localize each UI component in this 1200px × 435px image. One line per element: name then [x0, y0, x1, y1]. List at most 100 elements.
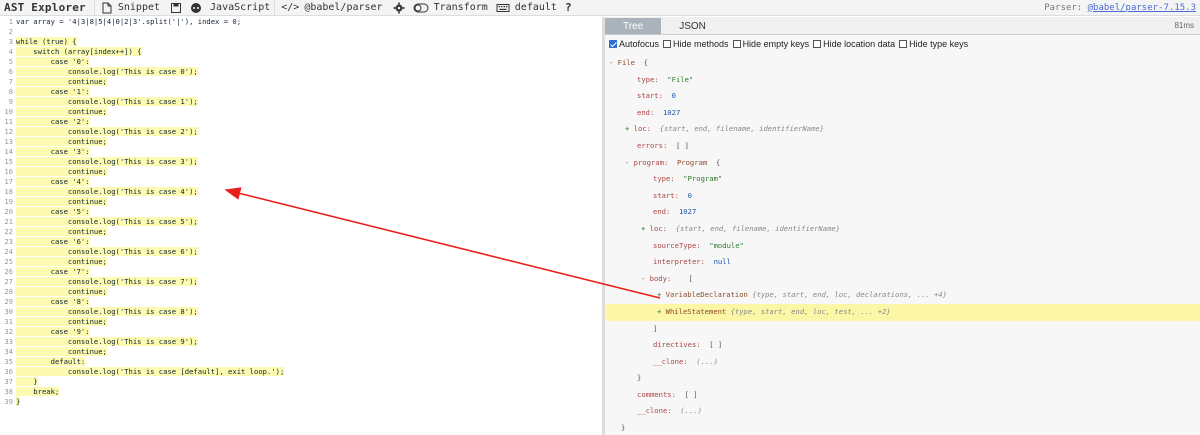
keymap-select[interactable]: default: [492, 0, 561, 16]
checkbox[interactable]: [813, 40, 822, 48]
line-code: continue;: [16, 197, 107, 207]
code-line[interactable]: 33 console.log('This is case 9');: [0, 337, 602, 347]
line-text: continue;: [16, 167, 107, 176]
collapse-toggle[interactable]: -: [609, 58, 613, 67]
tree-node-program[interactable]: - program: Program {: [605, 155, 1200, 172]
parser-settings-button[interactable]: [389, 0, 409, 16]
tree-prop-directives[interactable]: directives: [ ]: [605, 337, 1200, 354]
code-line[interactable]: 23 case '6':: [0, 237, 602, 247]
code-line[interactable]: 10 continue;: [0, 107, 602, 117]
code-line[interactable]: 35 default:: [0, 357, 602, 367]
option-hide-methods[interactable]: Hide methods: [663, 39, 729, 49]
line-text: console.log('This is case 5');: [16, 217, 198, 226]
tree-node-file[interactable]: - File {: [605, 55, 1200, 72]
expand-toggle[interactable]: +: [657, 290, 661, 299]
code-line[interactable]: 5 case '0':: [0, 57, 602, 67]
code-line[interactable]: 30 console.log('This is case 8');: [0, 307, 602, 317]
checkbox[interactable]: [899, 40, 908, 48]
tree-prop-start[interactable]: start: 0: [605, 188, 1200, 205]
code-line[interactable]: 25 continue;: [0, 257, 602, 267]
code-line[interactable]: 38 break;: [0, 387, 602, 397]
code-line[interactable]: 22 continue;: [0, 227, 602, 237]
code-line[interactable]: 12 console.log('This is case 2');: [0, 127, 602, 137]
collapse-toggle[interactable]: -: [641, 274, 645, 283]
tree-prop-start[interactable]: start: 0: [605, 88, 1200, 105]
prop-value: "Program": [683, 174, 723, 184]
collapse-toggle[interactable]: -: [625, 158, 629, 167]
code-line[interactable]: 13 continue;: [0, 137, 602, 147]
code-line[interactable]: 21 console.log('This is case 5');: [0, 217, 602, 227]
code-line[interactable]: 8 case '1':: [0, 87, 602, 97]
code-line[interactable]: 19 continue;: [0, 197, 602, 207]
tree-prop-loc[interactable]: + loc: {start, end, filename, identifier…: [605, 221, 1200, 238]
parser-version-link[interactable]: @babel/parser-7.15.3: [1088, 3, 1196, 13]
code-line[interactable]: 31 continue;: [0, 317, 602, 327]
close-brace-text: }: [637, 373, 642, 383]
tree-prop-comments[interactable]: comments: [ ]: [605, 387, 1200, 404]
code-line[interactable]: 36 console.log('This is case [default], …: [0, 367, 602, 377]
tree-prop-sourcetype[interactable]: sourceType: "module": [605, 238, 1200, 255]
tree-prop-clone[interactable]: __clone: (...): [605, 354, 1200, 371]
save-button[interactable]: [166, 0, 186, 16]
snippet-menu[interactable]: Snippet: [93, 0, 166, 16]
tree-prop-clone[interactable]: __clone: (...): [605, 403, 1200, 420]
line-code: case '9':: [16, 327, 90, 337]
line-number: 1: [8, 17, 13, 26]
code-line[interactable]: 17 case '4':: [0, 177, 602, 187]
tree-prop-end[interactable]: end: 1027: [605, 204, 1200, 221]
option-hide-type-keys[interactable]: Hide type keys: [899, 39, 968, 49]
checkbox[interactable]: [732, 40, 741, 48]
tree-prop-type[interactable]: type: "File": [605, 72, 1200, 89]
tree-prop-end[interactable]: end: 1027: [605, 105, 1200, 122]
expand-toggle[interactable]: +: [625, 124, 629, 133]
code-line[interactable]: 7 continue;: [0, 77, 602, 87]
code-line[interactable]: 20 case '5':: [0, 207, 602, 217]
tree-node-variabledeclaration[interactable]: + VariableDeclaration {type, start, end,…: [605, 287, 1200, 304]
expand-toggle[interactable]: +: [641, 224, 645, 233]
code-line[interactable]: 1 var array = '4|3|8|5|4|0|2|3'.split('|'…: [0, 17, 602, 27]
code-line[interactable]: 3 while (true) {: [0, 37, 602, 47]
parser-select[interactable]: </> @babel/parser: [274, 0, 388, 16]
tree-prop-type[interactable]: type: "Program": [605, 171, 1200, 188]
code-line[interactable]: 2: [0, 27, 602, 37]
expand-toggle[interactable]: +: [657, 307, 661, 316]
code-line[interactable]: 16 continue;: [0, 167, 602, 177]
checkbox[interactable]: [609, 40, 617, 48]
code-line[interactable]: 37 }: [0, 377, 602, 387]
code-line[interactable]: 28 continue;: [0, 287, 602, 297]
code-line[interactable]: 34 continue;: [0, 347, 602, 357]
code-line[interactable]: 39}: [0, 397, 602, 407]
code-editor[interactable]: 1 var array = '4|3|8|5|4|0|2|3'.split('|'…: [0, 17, 602, 435]
output-tabs: Tree JSON 81ms: [605, 17, 1200, 35]
code-line[interactable]: 14 case '3':: [0, 147, 602, 157]
language-select[interactable]: JavaScript: [206, 0, 274, 16]
option-autofocus[interactable]: Autofocus: [609, 39, 659, 49]
code-line[interactable]: 18 console.log('This is case 4');: [0, 187, 602, 197]
tree-prop-loc[interactable]: + loc: {start, end, filename, identifier…: [605, 121, 1200, 138]
fork-button[interactable]: [186, 0, 206, 16]
tab-tree[interactable]: Tree: [605, 18, 662, 34]
code-line[interactable]: 27 console.log('This is case 7');: [0, 277, 602, 287]
tab-json[interactable]: JSON: [661, 18, 724, 34]
checkbox[interactable]: [663, 40, 672, 48]
code-line[interactable]: 15 console.log('This is case 3');: [0, 157, 602, 167]
line-number: 39: [4, 397, 13, 406]
transform-toggle[interactable]: Transform: [409, 0, 492, 16]
code-line[interactable]: 26 case '7':: [0, 267, 602, 277]
code-line[interactable]: 24 console.log('This is case 6');: [0, 247, 602, 257]
code-line[interactable]: 9 console.log('This is case 1');: [0, 97, 602, 107]
line-text: continue;: [16, 347, 107, 356]
code-line[interactable]: 6 console.log('This is case 0');: [0, 67, 602, 77]
tree-prop-body[interactable]: - body: [: [605, 271, 1200, 288]
tree-prop-errors[interactable]: errors: [ ]: [605, 138, 1200, 155]
help-button[interactable]: ?: [561, 0, 576, 16]
option-hide-location-data[interactable]: Hide location data: [813, 39, 895, 49]
code-line[interactable]: 4 switch (array[index++]) {: [0, 47, 602, 57]
code-line[interactable]: 32 case '9':: [0, 327, 602, 337]
line-text: case '9':: [16, 327, 90, 336]
tree-node-whilestatement[interactable]: + WhileStatement {type, start, end, loc,…: [605, 303, 1200, 321]
option-hide-empty-keys[interactable]: Hide empty keys: [732, 39, 809, 49]
tree-prop-interpreter[interactable]: interpreter: null: [605, 254, 1200, 271]
code-line[interactable]: 11 case '2':: [0, 117, 602, 127]
code-line[interactable]: 29 case '8':: [0, 297, 602, 307]
